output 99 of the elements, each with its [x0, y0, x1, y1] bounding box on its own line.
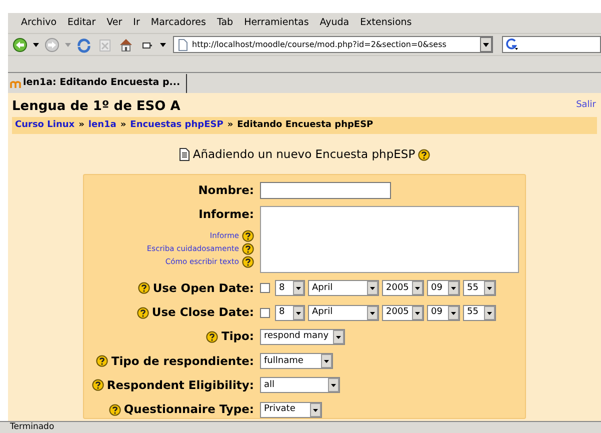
menu-item[interactable]: Ver — [106, 16, 122, 30]
caret-icon — [484, 281, 495, 296]
help-icon[interactable] — [242, 256, 254, 268]
caret-icon[interactable] — [33, 42, 39, 46]
checkbox[interactable] — [260, 308, 270, 318]
page-icon — [178, 38, 188, 50]
field-label: Tipo: — [221, 328, 254, 346]
dropdown-value: 55 — [467, 284, 480, 293]
dropdown[interactable]: 09 — [427, 280, 460, 296]
dropdown[interactable]: 55 — [463, 280, 496, 296]
dropdown[interactable]: 2005 — [382, 280, 424, 296]
caret-icon — [412, 306, 423, 320]
menu-item[interactable]: Marcadores — [150, 16, 206, 30]
menu-item[interactable]: Ayuda — [320, 16, 350, 30]
address-value: http://localhost/moodle/course/mod.php?id=2&section=0&sess — [192, 38, 448, 50]
dropdown-value: 8 — [279, 308, 286, 318]
search-field[interactable] — [502, 36, 601, 53]
dropdown-value: 2005 — [386, 308, 410, 318]
field-label: Informe: — [198, 206, 254, 223]
moodle-logo-icon — [10, 78, 21, 88]
dropdown-value: 09 — [431, 284, 444, 293]
dropdown[interactable]: respond many — [260, 328, 345, 345]
breadcrumb-link[interactable]: Encuestas phpESP — [130, 119, 224, 132]
checkbox[interactable] — [260, 283, 270, 294]
dropdown[interactable]: fullname — [260, 353, 333, 370]
caret-icon — [328, 378, 339, 392]
forward-icon[interactable] — [44, 36, 60, 52]
dropdown-value: 09 — [431, 308, 444, 318]
document-icon — [178, 148, 190, 162]
field-label: Use Open Date: — [152, 280, 254, 297]
help-icon[interactable] — [92, 379, 104, 392]
reload-icon[interactable] — [76, 36, 92, 52]
caret-icon — [321, 354, 332, 368]
dropdown-value: April — [312, 284, 334, 293]
course-title: Lengua de 1º de ESO A — [12, 99, 180, 116]
caret-icon — [293, 281, 304, 296]
menu-item[interactable]: Ir — [133, 16, 140, 30]
home-icon[interactable] — [118, 36, 134, 52]
menu-item[interactable]: Archivo — [21, 16, 57, 30]
caret-icon — [484, 306, 495, 320]
caret-icon[interactable] — [480, 37, 492, 52]
breadcrumb-current: Editando Encuesta phpESP — [237, 119, 374, 132]
dropdown[interactable]: all — [260, 377, 340, 394]
description-field[interactable] — [260, 206, 519, 273]
field-label: Respondent Eligibility: — [106, 376, 254, 394]
dropdown[interactable]: 55 — [463, 304, 496, 321]
caret-icon — [367, 306, 378, 320]
caret-icon — [293, 306, 304, 320]
status-text: Terminado — [10, 423, 54, 432]
dropdown-value: respond many — [264, 332, 330, 342]
menu-item[interactable]: Herramientas — [244, 16, 309, 30]
dropdown[interactable]: 09 — [427, 304, 460, 321]
page-heading: Añadiendo un nuevo Encuesta phpESP — [192, 146, 416, 164]
breadcrumb-separator: » — [120, 119, 126, 132]
field-label: Questionnaire Type: — [124, 401, 254, 418]
dropdown-value: all — [264, 380, 276, 390]
dropdown[interactable]: April — [308, 304, 379, 321]
menu-item[interactable]: Extensions — [360, 16, 412, 30]
breadcrumb-separator: » — [227, 119, 234, 132]
help-icon[interactable] — [242, 230, 254, 242]
dropdown-value: April — [312, 308, 334, 318]
logout-link[interactable]: Salir — [576, 99, 597, 112]
caret-icon — [412, 281, 423, 296]
caret-icon[interactable] — [160, 42, 166, 46]
breadcrumb-link[interactable]: Curso Linux — [15, 119, 75, 132]
breadcrumb-separator: » — [78, 119, 84, 132]
dropdown-value: 55 — [467, 308, 480, 318]
help-icon[interactable] — [418, 148, 430, 161]
dropdown-value: Private — [264, 405, 296, 414]
dropdown[interactable]: 8 — [275, 304, 305, 321]
browser-tab[interactable]: len1a: Editando Encuesta p... — [8, 74, 188, 93]
field-label: Use Close Date: — [152, 304, 254, 321]
dropdown-value: fullname — [264, 356, 304, 366]
field-label: Nombre: — [198, 182, 254, 198]
help-icon[interactable] — [206, 330, 218, 343]
menu-item[interactable]: Tab — [216, 16, 234, 30]
help-icon[interactable] — [136, 306, 149, 319]
dropdown[interactable]: Private — [260, 402, 322, 418]
dropdown-value: 2005 — [386, 284, 410, 293]
dropdown[interactable]: 8 — [275, 280, 305, 296]
dropdown[interactable]: 2005 — [382, 304, 424, 321]
caret-icon — [310, 402, 321, 417]
help-icon[interactable] — [138, 282, 150, 294]
dropdown-value: 8 — [279, 284, 286, 293]
back-icon[interactable] — [12, 36, 28, 52]
caret-icon — [448, 281, 459, 296]
caret-icon — [333, 330, 344, 344]
help-icon[interactable] — [96, 355, 108, 368]
name-field[interactable] — [260, 182, 391, 199]
search-engine-icon — [505, 38, 519, 51]
breadcrumb-link[interactable]: len1a — [88, 119, 116, 132]
caret-icon — [448, 306, 459, 320]
caret-icon — [367, 281, 378, 296]
help-icon[interactable] — [242, 243, 254, 255]
menu-item[interactable]: Editar — [68, 16, 96, 30]
help-icon[interactable] — [108, 404, 121, 416]
field-label: Tipo de respondiente: — [111, 352, 254, 370]
address-field[interactable]: http://localhost/moodle/course/mod.php?id=2&section=0&sess — [173, 36, 493, 53]
dropdown[interactable]: April — [308, 280, 379, 296]
